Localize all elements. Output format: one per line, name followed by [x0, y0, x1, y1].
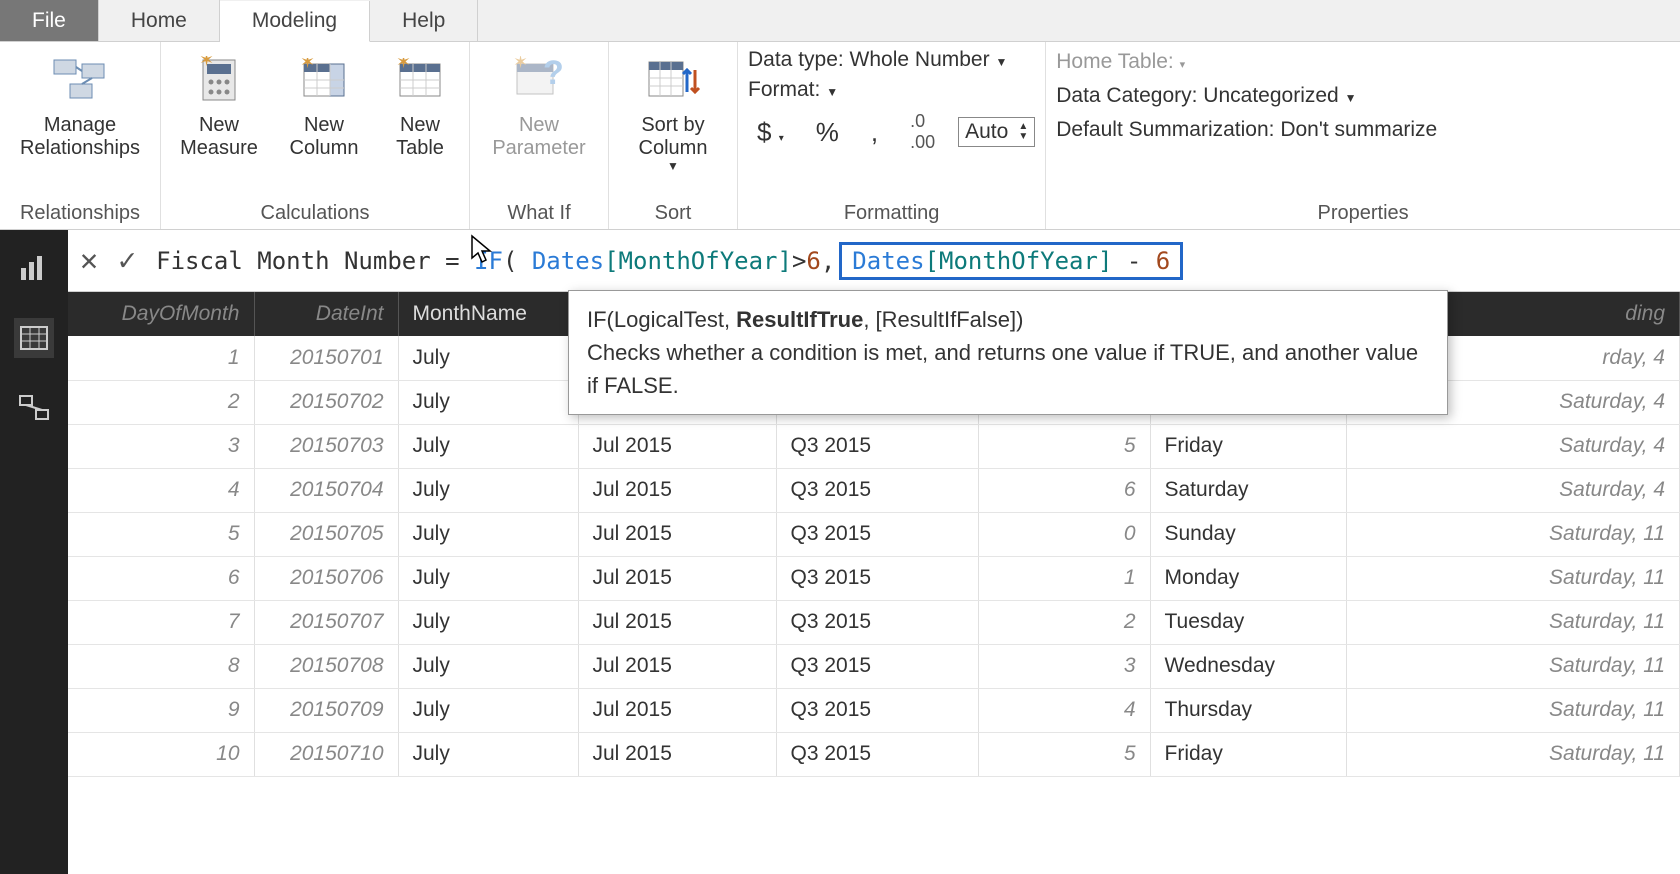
- group-calculations-label: Calculations: [171, 198, 459, 225]
- group-sort-label: Sort: [619, 198, 727, 225]
- manage-relationships-label: Manage Relationships: [20, 114, 140, 160]
- col-monthname[interactable]: MonthName: [398, 292, 578, 336]
- svg-text:?: ?: [543, 56, 564, 92]
- group-whatif: ? ✶ New Parameter What If: [470, 42, 609, 229]
- datatype-dropdown[interactable]: Data type: Whole Number ▼: [748, 48, 1035, 72]
- table-row[interactable]: 920150709JulyJul 2015Q3 20154ThursdaySat…: [68, 688, 1680, 732]
- tab-modeling[interactable]: Modeling: [220, 1, 370, 42]
- group-calculations: ✶ New Measure ✶ New Column: [161, 42, 470, 229]
- group-formatting-label: Formatting: [748, 198, 1035, 225]
- svg-text:✶: ✶: [300, 58, 315, 72]
- cancel-formula-button[interactable]: ✕: [80, 243, 98, 278]
- group-properties: Home Table: ▾ Data Category: Uncategoriz…: [1046, 42, 1680, 229]
- tooltip-description: Checks whether a condition is met, and r…: [587, 336, 1429, 402]
- tab-file[interactable]: File: [0, 0, 99, 41]
- new-column-button[interactable]: ✶ New Column: [279, 48, 369, 160]
- format-dropdown[interactable]: Format: ▼: [748, 78, 1035, 102]
- decimals-icon: .0.00: [901, 108, 944, 156]
- data-category-dropdown[interactable]: Data Category: Uncategorized ▼: [1056, 84, 1437, 108]
- data-view-icon[interactable]: [14, 318, 54, 358]
- percent-button[interactable]: %: [807, 114, 848, 151]
- home-table-dropdown: Home Table: ▾: [1056, 50, 1437, 74]
- group-properties-label: Properties: [1056, 198, 1670, 225]
- sort-icon: [645, 52, 701, 108]
- table-row[interactable]: 520150705JulyJul 2015Q3 20150SundaySatur…: [68, 512, 1680, 556]
- group-formatting: Data type: Whole Number ▼ Format: ▼ $ ▾ …: [738, 42, 1046, 229]
- decimals-spinner[interactable]: Auto ▲▼: [958, 117, 1035, 147]
- table-row[interactable]: 620150706JulyJul 2015Q3 20151MondaySatur…: [68, 556, 1680, 600]
- tab-home[interactable]: Home: [99, 0, 220, 41]
- sort-by-column-button[interactable]: Sort by Column ▼: [619, 48, 727, 174]
- report-view-icon[interactable]: [14, 248, 54, 288]
- left-nav: [0, 230, 68, 874]
- currency-button[interactable]: $ ▾: [748, 114, 793, 151]
- table-row[interactable]: 320150703JulyJul 2015Q3 20155FridaySatur…: [68, 424, 1680, 468]
- table-icon: ✶: [392, 52, 448, 108]
- formula-bar[interactable]: ✕ ✓ Fiscal Month Number = IF( Dates[Mont…: [68, 230, 1680, 292]
- model-view-icon[interactable]: [14, 388, 54, 428]
- parameter-icon: ? ✶: [511, 52, 567, 108]
- table-row[interactable]: 820150708JulyJul 2015Q3 20153WednesdaySa…: [68, 644, 1680, 688]
- menu-tabbar: File Home Modeling Help: [0, 0, 1680, 42]
- group-whatif-label: What If: [480, 198, 598, 225]
- formula-text[interactable]: Fiscal Month Number = IF( Dates[MonthOfY…: [156, 242, 1187, 280]
- col-dateint[interactable]: DateInt: [254, 292, 398, 336]
- table-row[interactable]: 720150707JulyJul 2015Q3 20152TuesdaySatu…: [68, 600, 1680, 644]
- new-table-label: New Table: [396, 114, 444, 160]
- commit-formula-button[interactable]: ✓: [118, 243, 136, 278]
- group-sort: Sort by Column ▼ Sort: [609, 42, 738, 229]
- new-measure-button[interactable]: ✶ New Measure: [171, 48, 267, 160]
- group-relationships-label: Relationships: [10, 198, 150, 225]
- new-parameter-label: New Parameter: [492, 114, 585, 160]
- default-summarization-dropdown[interactable]: Default Summarization: Don't summarize: [1056, 118, 1437, 142]
- table-row[interactable]: 420150704JulyJul 2015Q3 20156SaturdaySat…: [68, 468, 1680, 512]
- table-row[interactable]: 1020150710JulyJul 2015Q3 20155FridaySatu…: [68, 732, 1680, 776]
- new-table-button[interactable]: ✶ New Table: [381, 48, 459, 160]
- group-relationships: Manage Relationships Relationships: [0, 42, 161, 229]
- manage-relationships-button[interactable]: Manage Relationships: [10, 48, 150, 160]
- svg-text:✶: ✶: [396, 58, 411, 72]
- new-measure-label: New Measure: [180, 114, 258, 160]
- new-column-label: New Column: [290, 114, 359, 160]
- intellisense-tooltip: IF(LogicalTest, ResultIfTrue, [ResultIfF…: [568, 290, 1448, 415]
- sort-by-column-label: Sort by Column: [639, 114, 708, 160]
- ribbon: Manage Relationships Relationships ✶ New…: [0, 42, 1680, 230]
- formula-highlight: Dates[MonthOfYear] - 6: [839, 242, 1183, 280]
- svg-text:✶: ✶: [199, 56, 214, 70]
- thousands-button[interactable]: ,: [862, 114, 887, 151]
- svg-text:✶: ✶: [513, 56, 528, 72]
- new-parameter-button: ? ✶ New Parameter: [480, 48, 598, 160]
- tab-help[interactable]: Help: [370, 0, 478, 41]
- col-dayofmonth[interactable]: DayOfMonth: [68, 292, 254, 336]
- relationships-icon: [52, 52, 108, 108]
- table-column-icon: ✶: [296, 52, 352, 108]
- calculator-icon: ✶: [191, 52, 247, 108]
